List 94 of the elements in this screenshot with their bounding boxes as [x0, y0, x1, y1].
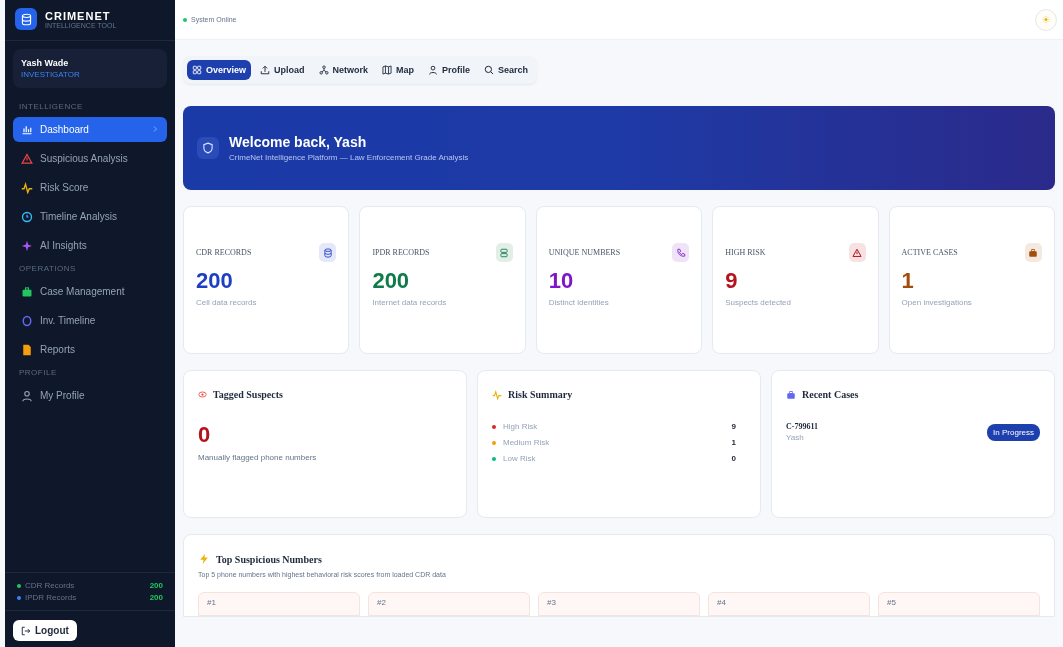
upload-icon	[260, 65, 271, 75]
sidebar-item[interactable]: Dashboard	[13, 117, 167, 142]
sidebar-item[interactable]: Case Management	[13, 279, 167, 304]
section-label: OPERATIONS	[18, 263, 77, 275]
card-label: IPDR RECORDS	[372, 248, 430, 257]
sidebar-item[interactable]: Suspicious Analysis	[13, 146, 167, 171]
ring-icon	[21, 314, 33, 327]
card-label: HIGH RISK	[725, 248, 766, 257]
logout-button[interactable]: Logout	[13, 620, 77, 641]
stat-label: CDR Records	[25, 581, 75, 590]
panel-title: Risk Summary	[508, 389, 573, 400]
sidebar-item[interactable]: AI Insights	[13, 233, 167, 258]
grid-icon	[192, 65, 202, 75]
sun-icon	[1042, 14, 1050, 25]
network-icon	[318, 65, 329, 75]
status-dot	[183, 17, 187, 22]
card-value: 200	[372, 268, 411, 294]
user-role: INVESTIGATOR	[21, 70, 81, 79]
phone-icon	[675, 247, 686, 258]
risk-label: Low Risk	[503, 454, 536, 463]
card-caption: Cell data records	[196, 298, 258, 307]
briefcase-icon	[1028, 247, 1039, 258]
card-value: 1	[901, 268, 915, 294]
banner-title: Welcome back, Yash	[229, 134, 368, 150]
sidebar-item[interactable]: Risk Score	[13, 175, 167, 200]
search-icon	[484, 65, 495, 75]
tab[interactable]: Search	[479, 60, 534, 80]
rank-card: #4	[708, 592, 870, 616]
shield-icon	[202, 142, 214, 154]
panel-title: Tagged Suspects	[213, 389, 283, 400]
pulse-icon	[492, 389, 502, 400]
briefcase-icon	[786, 389, 796, 400]
warning-icon	[21, 152, 33, 165]
clock-icon	[21, 210, 33, 223]
sidebar-item[interactable]: Inv. Timeline	[13, 308, 167, 333]
section-label: PROFILE	[18, 367, 58, 379]
sidebar-item[interactable]: Timeline Analysis	[13, 204, 167, 229]
panel-title: Top Suspicious Numbers	[216, 553, 322, 565]
tab[interactable]: Profile	[423, 60, 476, 80]
chevron-icon	[151, 125, 159, 133]
panel-title: Recent Cases	[802, 389, 859, 400]
card-label: UNIQUE NUMBERS	[548, 248, 621, 257]
rank-card: #1	[198, 592, 360, 616]
card-value: 9	[725, 268, 739, 294]
section-label: INTELLIGENCE	[18, 101, 84, 113]
tab[interactable]: Map	[377, 60, 420, 80]
user-name: Yash Wade	[21, 58, 70, 68]
server-icon	[499, 247, 510, 258]
risk-label: High Risk	[503, 422, 538, 431]
document-icon	[21, 343, 33, 356]
panel-caption: Manually flagged phone numbers	[198, 453, 318, 462]
pulse-icon	[21, 181, 33, 194]
database-icon	[322, 247, 333, 258]
tagged-count: 0	[198, 422, 212, 448]
sidebar-item[interactable]: My Profile	[13, 383, 167, 408]
app-logo	[15, 8, 37, 30]
stat-value: 200	[149, 593, 163, 602]
stat-value: 200	[149, 581, 163, 590]
bar-chart-icon	[21, 123, 33, 136]
user-icon	[21, 389, 33, 402]
card-caption: Distinct identities	[548, 298, 610, 307]
card-value: 200	[196, 268, 234, 294]
tab[interactable]: Upload	[255, 60, 310, 80]
card-label: ACTIVE CASES	[901, 248, 958, 257]
card-label: CDR RECORDS	[196, 248, 252, 257]
risk-count: 0	[731, 454, 737, 463]
card-caption: Suspects detected	[725, 298, 792, 307]
rank-card: #3	[538, 592, 700, 616]
sidebar-item[interactable]: Reports	[13, 337, 167, 362]
case-id: C-799611	[786, 422, 818, 431]
risk-count: 9	[731, 422, 737, 431]
rank-card: #5	[878, 592, 1040, 616]
rank-card: #2	[368, 592, 530, 616]
risk-label: Medium Risk	[503, 438, 550, 447]
status-badge: In Progress	[987, 423, 1040, 441]
briefcase-icon	[21, 285, 33, 298]
sparkle-icon	[21, 239, 33, 252]
user-icon	[428, 65, 439, 75]
lightning-icon	[198, 553, 210, 565]
risk-count: 1	[731, 438, 737, 447]
banner-subtitle: CrimeNet Intelligence Platform — Law Enforcement Grade Analysis	[229, 153, 469, 162]
card-value: 10	[548, 268, 575, 294]
logout-icon	[21, 625, 31, 636]
tab[interactable]: Overview	[187, 60, 252, 80]
app-name: CRIMENET	[45, 9, 112, 22]
card-caption: Open investigations	[901, 298, 973, 307]
card-caption: Internet data records	[372, 298, 448, 307]
warning-icon	[852, 247, 863, 258]
tab[interactable]: Network	[313, 60, 374, 80]
case-owner: Yash	[786, 433, 805, 442]
eye-icon	[198, 390, 207, 399]
theme-toggle[interactable]	[1035, 8, 1057, 31]
map-icon	[382, 65, 393, 75]
stat-label: IPDR Records	[25, 593, 77, 602]
